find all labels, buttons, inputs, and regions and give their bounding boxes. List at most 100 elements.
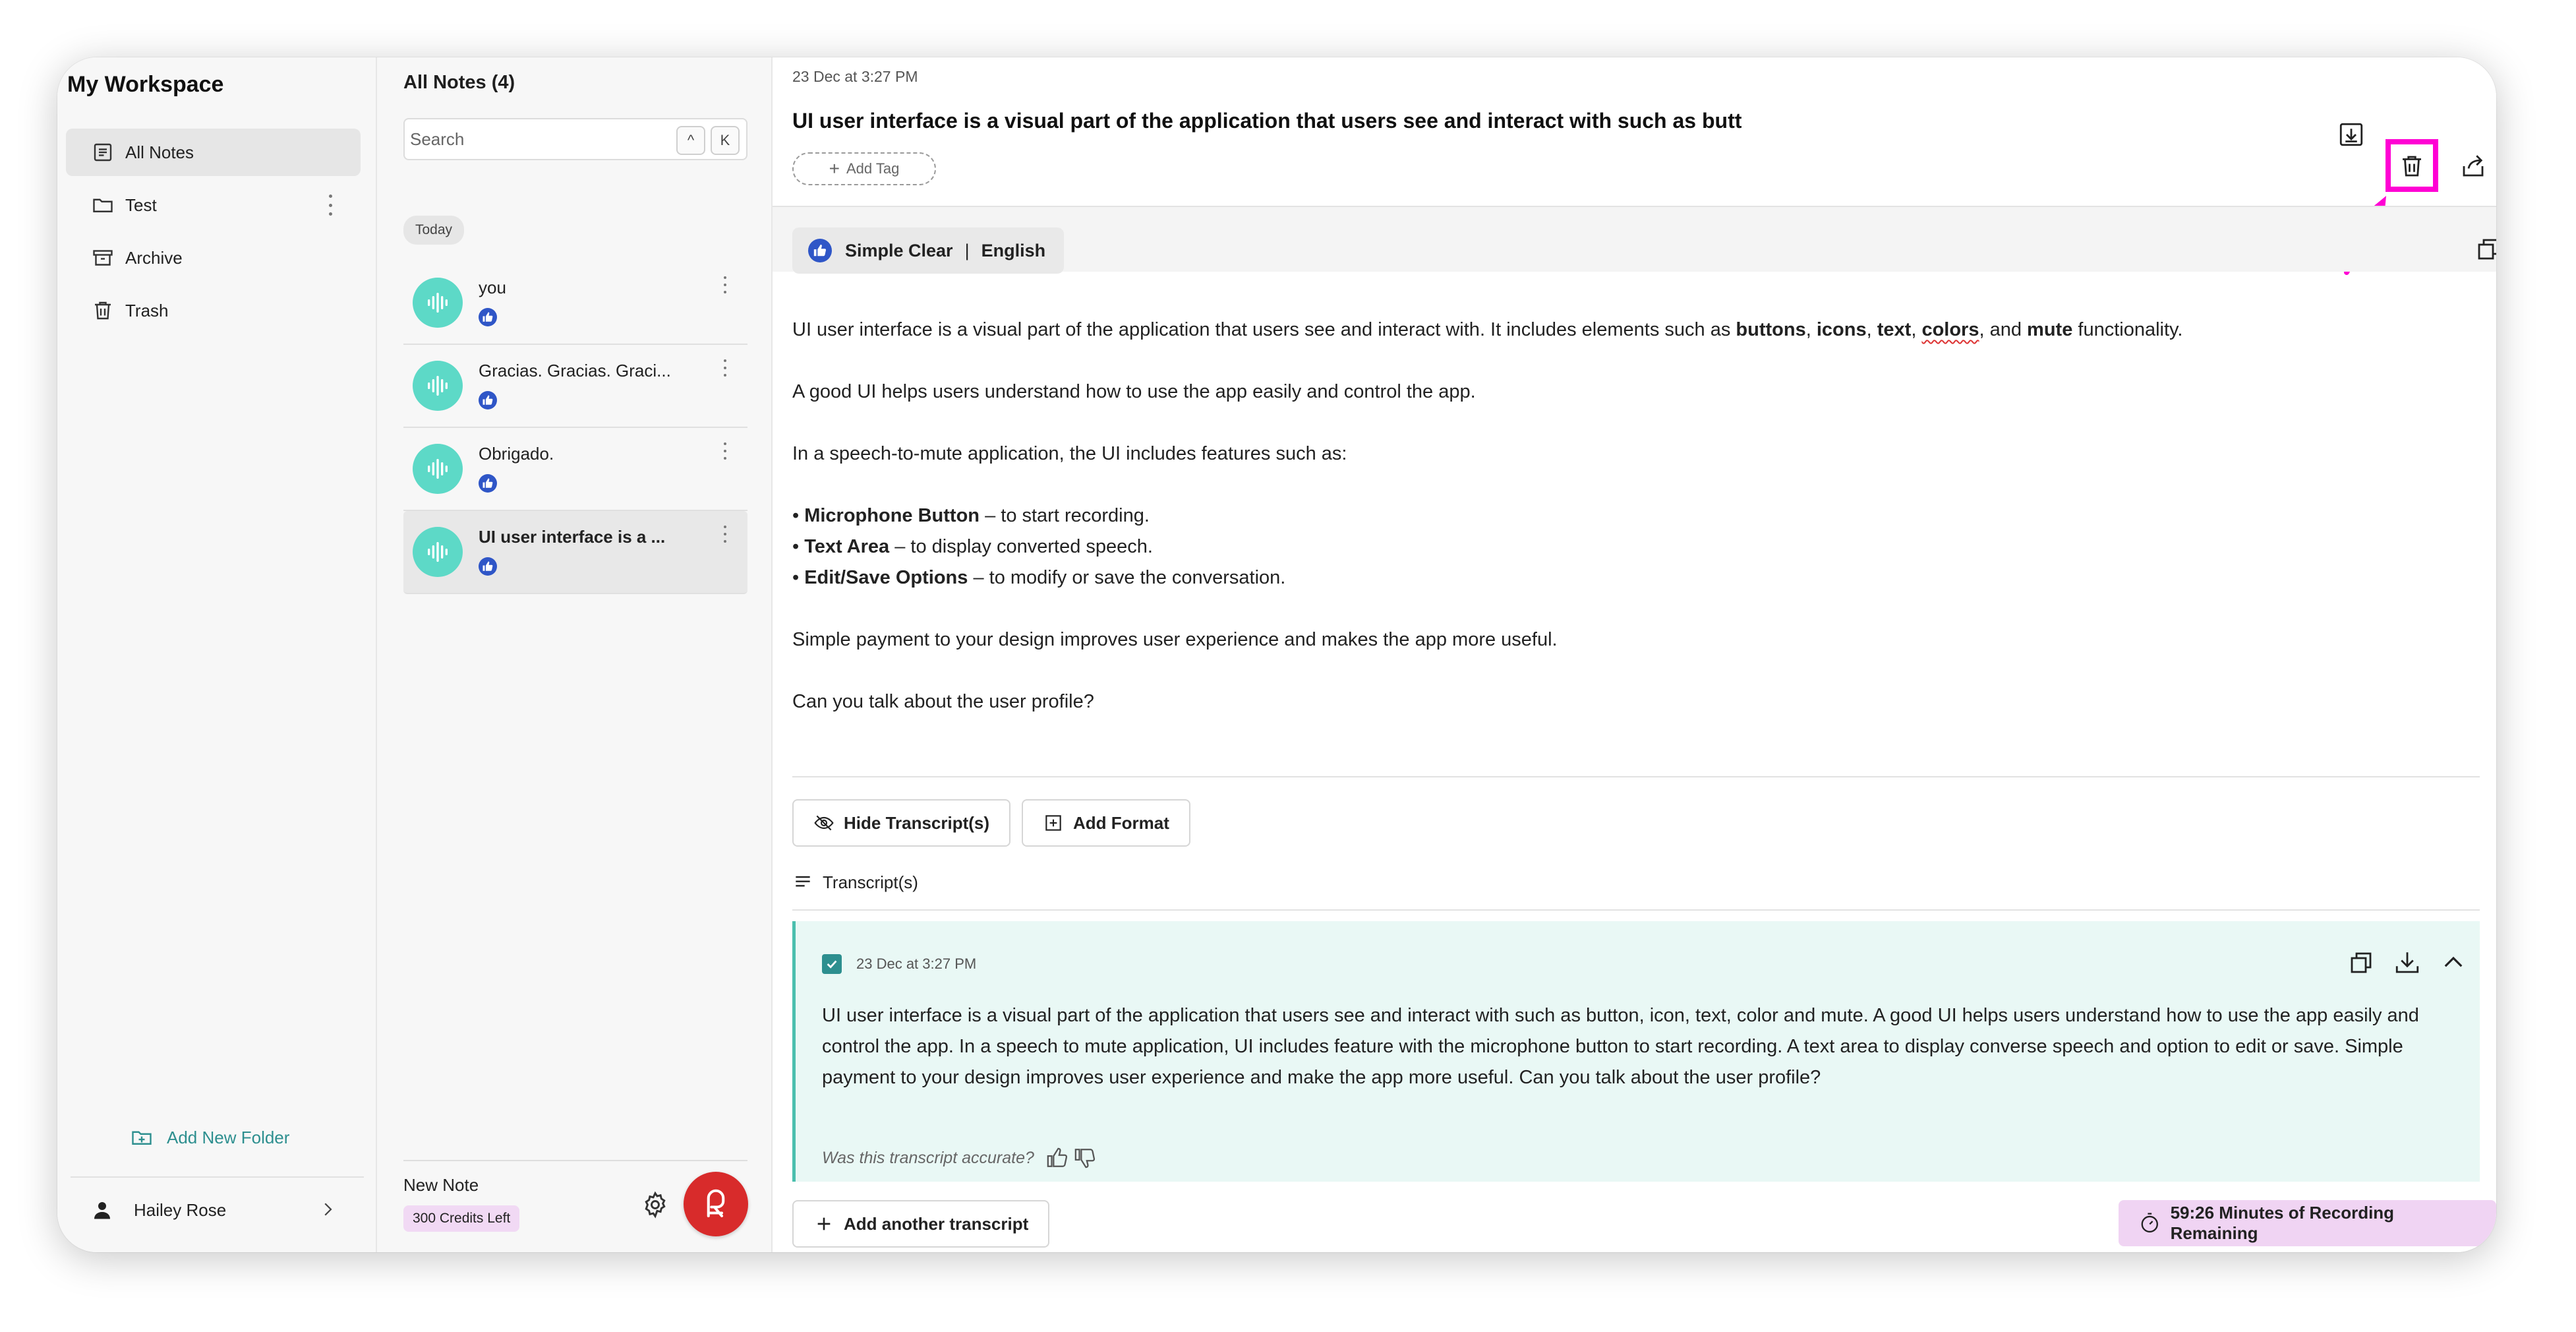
notes-icon (91, 140, 115, 164)
notes-panel: All Notes (4) ^ K Today you Gracias. Gra… (377, 57, 773, 1252)
transcript-feedback: Was this transcript accurate? (822, 1147, 1096, 1169)
sidebar-item-label: Test (125, 195, 157, 215)
summary-text: , (1911, 319, 1922, 340)
copy-icon (2351, 952, 2372, 973)
more-options-icon[interactable] (326, 195, 334, 216)
add-tag-button[interactable]: + Add Tag (792, 152, 936, 185)
share-icon (2463, 155, 2484, 177)
sidebar-item-label: Archive (125, 247, 183, 268)
add-new-folder-button[interactable]: Add New Folder (130, 1126, 289, 1149)
copy-transcript-button[interactable] (2345, 946, 2378, 979)
stopwatch-icon (2141, 1213, 2158, 1233)
summary-bold: colors (1921, 319, 1979, 340)
note-title: Obrigado. (479, 444, 554, 464)
copy-icon (2478, 239, 2496, 260)
notes-panel-title: All Notes (4) (403, 72, 515, 93)
thumbs-down-icon[interactable] (1074, 1147, 1096, 1169)
thumbs-up-badge-icon (479, 308, 497, 326)
highlight-box (2386, 139, 2438, 192)
search-box: ^ K (403, 118, 747, 160)
copy-summary-button[interactable] (2472, 233, 2496, 266)
text-lines-icon (796, 876, 810, 887)
thumbs-up-badge-icon (479, 474, 497, 493)
download-button[interactable] (2335, 118, 2368, 151)
note-title: UI user interface is a ... (479, 527, 666, 547)
shortcut-key-k: K (711, 126, 740, 155)
download-box-icon (2339, 123, 2363, 146)
summary-bold: buttons (1736, 319, 1806, 340)
note-date: 23 Dec at 3:27 PM (792, 68, 918, 85)
sidebar-nav: All Notes Test Archive Trash (66, 129, 361, 340)
sidebar-item-all-notes[interactable]: All Notes (66, 129, 361, 176)
thumbs-up-badge-icon (479, 391, 497, 409)
note-title: you (479, 278, 506, 297)
summary-bullet: • Edit/Save Options – to modify or save … (792, 562, 2480, 593)
summary-paragraph: UI user interface is a visual part of th… (792, 315, 2480, 346)
new-note-label: New Note (403, 1175, 479, 1195)
collapse-transcript-button[interactable] (2437, 946, 2470, 979)
thumbs-up-icon[interactable] (1046, 1147, 1068, 1169)
transcript-card: 23 Dec at 3:27 PM UI user interface is a… (792, 921, 2480, 1182)
format-separator: | (964, 240, 970, 260)
credits-badge: 300 Credits Left (403, 1205, 520, 1232)
notes-divider (403, 1160, 747, 1161)
add-tag-label: Add Tag (846, 160, 900, 177)
more-options-icon[interactable] (721, 442, 729, 460)
audio-wave-icon (413, 444, 463, 494)
summary-paragraph: Simple payment to your design improves u… (792, 629, 1558, 650)
thumbs-up-badge-icon (808, 239, 832, 262)
add-new-folder-label: Add New Folder (167, 1127, 290, 1147)
transcript-checkbox[interactable] (822, 954, 842, 974)
note-list-item[interactable]: Gracias. Gracias. Graci... (403, 345, 747, 428)
workspace-title: My Workspace (67, 72, 224, 97)
download-transcript-button[interactable] (2391, 946, 2424, 979)
summary-bullet: • Microphone Button – to start recording… (792, 500, 2480, 531)
note-list-item[interactable]: you (403, 262, 747, 345)
sidebar-item-archive[interactable]: Archive (66, 234, 361, 282)
add-box-icon (1045, 815, 1061, 831)
summary-paragraph: Can you talk about the user profile? (792, 691, 1094, 712)
user-profile-button[interactable]: Hailey Rose (90, 1198, 364, 1222)
sidebar-item-label: Trash (125, 300, 169, 320)
sidebar-item-trash[interactable]: Trash (66, 287, 361, 334)
note-list-item[interactable]: Obrigado. (403, 428, 747, 511)
chevron-right-icon (324, 1203, 332, 1216)
summary-text: , and (1979, 319, 2028, 340)
add-transcript-button[interactable]: Add another transcript (792, 1200, 1050, 1248)
add-format-button[interactable]: Add Format (1022, 799, 1190, 847)
transcripts-section-label: Transcript(s) (792, 872, 918, 893)
sidebar-item-test[interactable]: Test (66, 181, 361, 229)
more-options-icon[interactable] (721, 276, 729, 293)
gear-icon[interactable] (641, 1190, 670, 1219)
summary-bold: Edit/Save Options (804, 567, 968, 588)
feedback-prompt: Was this transcript accurate? (822, 1148, 1034, 1167)
archive-icon (91, 246, 115, 270)
sidebar-item-label: All Notes (125, 142, 194, 162)
trash-icon (91, 299, 115, 322)
sidebar-divider (71, 1176, 364, 1178)
search-input[interactable] (410, 126, 660, 152)
note-list-item-selected[interactable]: UI user interface is a ... (403, 511, 747, 594)
summary-bold: icons (1816, 319, 1867, 340)
bullet-mark: • (792, 567, 800, 588)
audio-wave-icon (413, 527, 463, 577)
folder-icon (91, 193, 115, 217)
add-transcript-label: Add another transcript (844, 1213, 1029, 1234)
more-options-icon[interactable] (721, 526, 729, 543)
format-selector[interactable]: Simple Clear | English (792, 227, 1065, 274)
bullet-mark: • (792, 536, 800, 557)
record-button[interactable] (684, 1172, 748, 1236)
add-format-label: Add Format (1073, 812, 1169, 833)
shortcut-key-ctrl: ^ (676, 126, 705, 155)
record-logo-icon (707, 1189, 725, 1218)
user-icon (94, 1202, 110, 1219)
note-title: Gracias. Gracias. Graci... (479, 361, 671, 380)
summary-paragraph: A good UI helps users understand how to … (792, 381, 1476, 402)
recording-remaining-badge: 59:26 Minutes of Recording Remaining (2119, 1200, 2496, 1246)
more-options-icon[interactable] (721, 359, 729, 377)
share-button[interactable] (2457, 150, 2490, 183)
hide-transcripts-button[interactable]: Hide Transcript(s) (792, 799, 1011, 847)
hide-transcripts-label: Hide Transcript(s) (844, 812, 990, 833)
transcripts-label: Transcript(s) (823, 872, 918, 892)
folder-plus-icon (132, 1131, 152, 1145)
